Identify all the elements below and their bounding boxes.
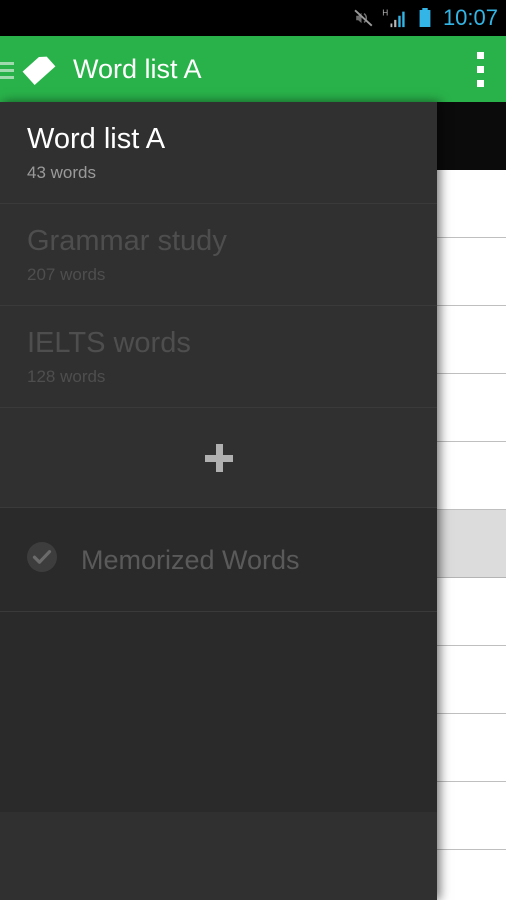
drawer-item-label: Memorized Words bbox=[81, 544, 300, 575]
drawer-item-grammar-study[interactable]: Grammar study 207 words bbox=[0, 204, 437, 306]
overflow-menu-icon[interactable] bbox=[458, 36, 502, 102]
status-bar-clock: 10:07 bbox=[442, 5, 498, 30]
signal-h-icon: H bbox=[382, 7, 410, 29]
svg-text:H: H bbox=[382, 8, 388, 17]
app-screen: H 10:07 Word list A Word list A 43 words… bbox=[0, 0, 506, 900]
drawer-item-title: Grammar study bbox=[27, 224, 227, 257]
drawer-empty-space bbox=[0, 612, 437, 812]
drawer-item-memorized-words[interactable]: Memorized Words bbox=[0, 508, 437, 612]
drawer-item-wordlist-a[interactable]: Word list A 43 words bbox=[0, 102, 437, 204]
hamburger-icon[interactable] bbox=[0, 52, 14, 86]
drawer-item-ielts-words[interactable]: IELTS words 128 words bbox=[0, 306, 437, 408]
drawer-item-title: Word list A bbox=[27, 122, 166, 155]
vibrate-muted-icon bbox=[353, 7, 375, 29]
status-bar: H 10:07 bbox=[0, 0, 506, 36]
add-word-list-button[interactable] bbox=[0, 408, 437, 508]
plus-icon bbox=[204, 443, 233, 472]
navigation-drawer: Word list A 43 words Grammar study 207 w… bbox=[0, 102, 437, 900]
drawer-item-count: 207 words bbox=[27, 264, 106, 284]
battery-icon bbox=[417, 7, 433, 29]
flashcard-icon bbox=[18, 48, 60, 90]
action-bar: Word list A bbox=[0, 36, 506, 102]
page-title: Word list A bbox=[73, 54, 202, 84]
drawer-item-count: 43 words bbox=[27, 162, 96, 182]
drawer-item-title: IELTS words bbox=[27, 326, 191, 359]
check-circle-icon bbox=[25, 540, 59, 579]
drawer-item-count: 128 words bbox=[27, 366, 106, 386]
